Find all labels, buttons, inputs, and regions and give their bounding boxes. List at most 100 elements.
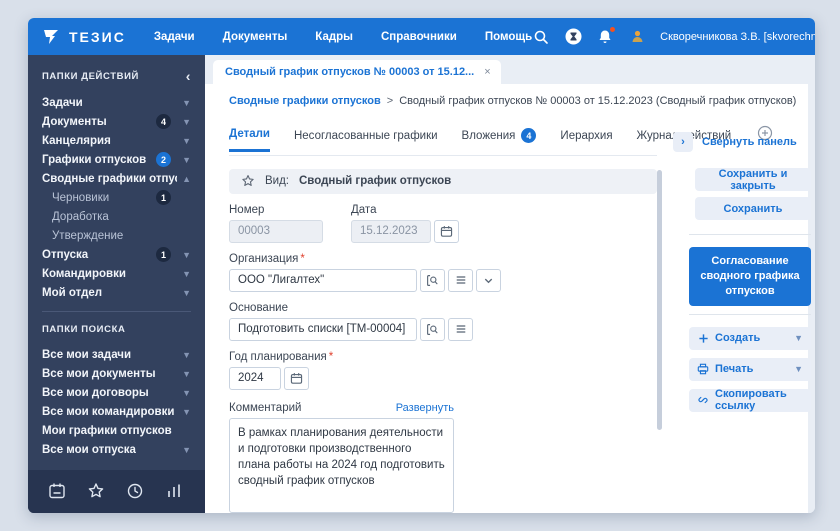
basis-lookup-icon[interactable]	[420, 318, 445, 341]
top-navigation: Задачи Документы Кадры Справочники Помощ…	[154, 31, 532, 43]
basis-menu-icon[interactable]	[448, 318, 473, 341]
copy-link-button[interactable]: Скопировать ссылку	[689, 389, 811, 412]
sidebar-divider	[42, 311, 191, 312]
nav-hr[interactable]: Кадры	[315, 31, 353, 43]
save-button[interactable]: Сохранить	[695, 197, 811, 220]
collapse-panel-label: Свернуть панель	[702, 136, 797, 148]
content-area: Сводный график отпусков № 00003 от 15.12…	[205, 55, 815, 513]
user-avatar[interactable]	[628, 28, 646, 46]
organization-lookup-icon[interactable]	[420, 269, 445, 292]
nav-help[interactable]: Помощь	[485, 31, 532, 43]
sidebar-item-rework[interactable]: Доработка	[42, 207, 191, 226]
collapse-panel-button[interactable]: › Свернуть панель	[673, 132, 811, 152]
basis-field[interactable]	[229, 318, 417, 341]
tab-attachments[interactable]: Вложения 4	[462, 128, 537, 152]
count-badge: 2	[156, 152, 171, 167]
panel-divider	[689, 314, 811, 315]
sidebar-item-documents[interactable]: Документы 4 ▼	[42, 112, 191, 131]
form-column: Детали Несогласованные графики Вложения …	[205, 115, 657, 513]
top-bar: ТЕЗИС Задачи Документы Кадры Справочники…	[28, 18, 815, 55]
document-tab-label: Сводный график отпусков № 00003 от 15.12…	[225, 66, 474, 78]
tab-details[interactable]: Детали	[229, 128, 270, 152]
sidebar-item-all-my-tasks[interactable]: Все мои задачи▼	[42, 345, 191, 364]
chevron-down-icon: ▼	[177, 445, 191, 455]
sidebar-item-approval[interactable]: Утверждение	[42, 226, 191, 245]
nav-documents[interactable]: Документы	[223, 31, 288, 43]
kind-label: Вид:	[265, 175, 289, 187]
organization-label: Организация*	[229, 253, 657, 265]
document-card: Сводные графики отпусков > Сводный графи…	[205, 84, 808, 513]
breadcrumb-link[interactable]: Сводные графики отпусков	[229, 95, 381, 107]
sidebar-item-my-department[interactable]: Мой отдел▼	[42, 283, 191, 302]
chevron-up-icon: ▲	[177, 174, 191, 184]
sidebar-item-my-vacation-schedules[interactable]: Мои графики отпусков	[42, 421, 191, 440]
chevron-down-icon: ▼	[177, 288, 191, 298]
plan-year-field[interactable]	[229, 367, 281, 390]
document-tab[interactable]: Сводный график отпусков № 00003 от 15.12…	[213, 60, 501, 84]
approve-schedule-button[interactable]: Согласование сводного графика отпусков	[689, 247, 811, 306]
calendar-icon[interactable]	[48, 482, 68, 502]
substitution-status-icon[interactable]	[564, 28, 582, 46]
attachments-count-badge: 4	[521, 128, 536, 143]
app-logo[interactable]: ТЕЗИС	[42, 28, 126, 46]
current-user-name[interactable]: Скворечникова З.В. [skvorechnikova]	[660, 31, 815, 43]
close-icon[interactable]: ×	[484, 66, 490, 78]
action-panel: › Свернуть панель Сохранить и закрыть Со…	[673, 115, 811, 513]
sidebar-item-chancellery[interactable]: Канцелярия▼	[42, 131, 191, 150]
chevron-down-icon: ▼	[177, 250, 191, 260]
date-label: Дата	[351, 204, 459, 216]
sidebar-item-vacations[interactable]: Отпуска 1 ▼	[42, 245, 191, 264]
create-button[interactable]: Создать ▼	[689, 327, 811, 350]
favorites-star-icon[interactable]	[87, 482, 107, 502]
organization-menu-icon[interactable]	[448, 269, 473, 292]
sidebar-collapse-icon[interactable]: ‹	[186, 69, 191, 83]
organization-dropdown-icon[interactable]	[476, 269, 501, 292]
sidebar-item-all-my-contracts[interactable]: Все мои договоры▼	[42, 383, 191, 402]
sidebar-item-drafts[interactable]: Черновики 1	[42, 188, 191, 207]
count-badge: 1	[156, 190, 171, 205]
nav-references[interactable]: Справочники	[381, 31, 457, 43]
nav-tasks[interactable]: Задачи	[154, 31, 195, 43]
chevron-right-icon: ›	[673, 132, 693, 152]
date-field[interactable]	[351, 220, 431, 243]
sidebar-item-vacation-schedules[interactable]: Графики отпусков 2 ▼	[42, 150, 191, 169]
statistics-icon[interactable]	[165, 482, 185, 502]
plan-year-calendar-icon[interactable]	[284, 367, 309, 390]
form-scrollbar[interactable]	[657, 170, 662, 430]
comment-expand-link[interactable]: Развернуть	[396, 402, 454, 414]
organization-field[interactable]	[229, 269, 417, 292]
app-window: ТЕЗИС Задачи Документы Кадры Справочники…	[28, 18, 815, 513]
topbar-right: Скворечникова З.В. [skvorechnikova]	[532, 28, 815, 46]
breadcrumb-current: Сводный график отпусков № 00003 от 15.12…	[399, 95, 796, 107]
comment-field[interactable]: В рамках планирования деятельности и под…	[229, 418, 454, 513]
chevron-down-icon: ▼	[177, 155, 191, 165]
favorite-star-icon[interactable]	[241, 174, 255, 188]
history-icon[interactable]	[126, 482, 146, 502]
tab-hierarchy[interactable]: Иерархия	[560, 130, 612, 151]
chevron-down-icon: ▼	[794, 333, 803, 343]
sidebar-item-all-my-vacations[interactable]: Все мои отпуска▼	[42, 440, 191, 459]
chevron-down-icon: ▼	[177, 98, 191, 108]
kind-value: Сводный график отпусков	[299, 175, 451, 187]
search-icon[interactable]	[532, 28, 550, 46]
save-close-button[interactable]: Сохранить и закрыть	[695, 168, 811, 191]
sidebar-item-business-trips[interactable]: Командировки▼	[42, 264, 191, 283]
required-mark: *	[329, 351, 333, 363]
sidebar-item-tasks[interactable]: Задачи▼	[42, 93, 191, 112]
tezis-logo-icon	[42, 28, 62, 46]
chevron-down-icon: ▼	[177, 117, 191, 127]
comment-label: Комментарий	[229, 402, 301, 414]
plan-year-label: Год планирования*	[229, 351, 657, 363]
number-field[interactable]	[229, 220, 323, 243]
action-folders-header: ПАПКИ ДЕЙСТВИЙ ‹	[42, 69, 191, 83]
printer-icon	[697, 363, 709, 375]
sidebar-item-all-my-trips[interactable]: Все мои командировки▼	[42, 402, 191, 421]
detail-tabs: Детали Несогласованные графики Вложения …	[229, 115, 657, 156]
date-calendar-icon[interactable]	[434, 220, 459, 243]
sidebar-item-all-my-documents[interactable]: Все мои документы▼	[42, 364, 191, 383]
print-button[interactable]: Печать ▼	[689, 358, 811, 381]
tab-unapproved-schedules[interactable]: Несогласованные графики	[294, 130, 438, 151]
count-badge: 1	[156, 247, 171, 262]
notifications-bell-icon[interactable]	[596, 28, 614, 46]
sidebar-item-summary-vacation-schedules[interactable]: Сводные графики отпусков▲	[42, 169, 191, 188]
